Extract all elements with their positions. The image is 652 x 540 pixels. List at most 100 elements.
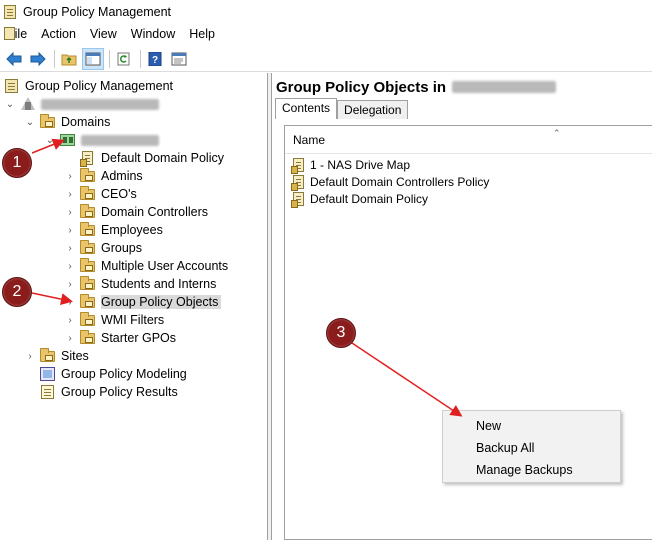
tree-item-label: Group Policy Management xyxy=(25,79,173,93)
chevron-right-icon[interactable]: › xyxy=(64,242,76,254)
show-hide-tree-icon xyxy=(85,52,101,65)
redacted-forest-name xyxy=(41,98,159,110)
chevron-right-icon[interactable]: › xyxy=(24,350,36,362)
up-folder-button[interactable] xyxy=(58,48,80,70)
menu-help[interactable]: Help xyxy=(182,27,222,41)
pane-splitter[interactable] xyxy=(268,73,272,540)
tab-contents[interactable]: Contents xyxy=(275,98,338,119)
chevron-right-icon[interactable]: › xyxy=(64,332,76,344)
gpo-link-icon xyxy=(80,150,96,167)
chevron-right-icon[interactable]: › xyxy=(64,206,76,218)
tree-item-group-policy-objects[interactable]: › Group Policy Objects xyxy=(64,293,222,311)
toolbar-separator xyxy=(140,49,141,68)
tree-item-domains[interactable]: ⌄ Domains xyxy=(24,113,110,131)
column-header-label: Name xyxy=(293,132,326,147)
tree-item-wmi-filters[interactable]: › WMI Filters xyxy=(64,311,164,329)
chevron-down-icon[interactable]: ⌄ xyxy=(24,116,36,128)
tab-strip: Contents Delegation xyxy=(275,98,409,120)
properties-button[interactable] xyxy=(168,48,190,70)
folder-icon xyxy=(80,312,96,328)
tab-delegation[interactable]: Delegation xyxy=(337,100,409,119)
chevron-right-icon[interactable]: › xyxy=(64,224,76,236)
ou-folder-icon xyxy=(80,240,96,256)
tree-item-label: Groups xyxy=(101,241,142,255)
gpm-root-icon xyxy=(4,78,20,94)
list-item[interactable]: Default Domain Policy xyxy=(291,190,429,208)
menu-item-new[interactable]: New xyxy=(443,415,620,437)
domains-folder-icon xyxy=(40,114,56,130)
chevron-right-icon[interactable]: › xyxy=(64,170,76,182)
menu-action[interactable]: Action xyxy=(34,27,83,41)
chevron-right-icon[interactable]: › xyxy=(64,314,76,326)
menu-item-manage-backups[interactable]: Manage Backups xyxy=(443,459,620,481)
tree-item-students-and-interns[interactable]: › Students and Interns xyxy=(64,275,216,293)
tree-item-root[interactable]: Group Policy Management xyxy=(4,77,173,95)
menu-view[interactable]: View xyxy=(83,27,124,41)
system-menu-icon[interactable] xyxy=(3,27,17,41)
chevron-right-icon[interactable]: › xyxy=(64,296,76,308)
column-header-name[interactable]: Name ⌃ xyxy=(285,126,652,154)
chevron-right-icon[interactable]: › xyxy=(64,260,76,272)
gpm-app-icon xyxy=(4,5,18,19)
tree-item-multiple-user-accounts[interactable]: › Multiple User Accounts xyxy=(64,257,228,275)
context-menu: New Backup All Manage Backups xyxy=(442,410,621,483)
ou-folder-icon xyxy=(80,186,96,202)
list-item-label: 1 - NAS Drive Map xyxy=(310,157,411,172)
list-item[interactable]: Default Domain Controllers Policy xyxy=(291,173,489,191)
forest-icon xyxy=(20,96,36,112)
tree-item-label: Starter GPOs xyxy=(101,331,177,345)
details-header: Group Policy Objects in xyxy=(273,73,652,101)
tree-item-sites[interactable]: › Sites xyxy=(24,347,89,365)
tree-item-label: Group Policy Modeling xyxy=(61,367,187,381)
show-hide-tree-button[interactable] xyxy=(82,47,104,70)
gpo-icon xyxy=(291,174,307,191)
chevron-right-icon[interactable]: › xyxy=(64,278,76,290)
ou-folder-icon xyxy=(80,276,96,292)
chevron-right-icon[interactable]: › xyxy=(64,188,76,200)
menu-item-backup-all[interactable]: Backup All xyxy=(443,437,620,459)
sort-ascending-icon: ⌃ xyxy=(553,128,561,138)
back-button[interactable] xyxy=(3,48,25,70)
tree-item-results[interactable]: Group Policy Results xyxy=(40,383,178,401)
up-folder-icon xyxy=(61,54,77,65)
tree-item-groups[interactable]: › Groups xyxy=(64,239,142,257)
redacted-domain-name xyxy=(81,134,159,146)
chevron-down-icon[interactable]: ⌄ xyxy=(4,98,16,110)
tree-item-label: Group Policy Objects xyxy=(101,295,222,309)
toolbar: ? xyxy=(0,46,652,72)
ou-folder-icon xyxy=(80,204,96,220)
domain-icon xyxy=(60,132,76,148)
tree-item-forest[interactable]: ⌄ xyxy=(4,95,159,113)
details-title: Group Policy Objects in xyxy=(276,78,447,96)
properties-icon xyxy=(171,52,187,65)
console-tree: Group Policy Management ⌄ ⌄ Domains ⌄ De… xyxy=(0,73,268,540)
callout-3: 3 xyxy=(326,318,356,348)
tree-item-label: Admins xyxy=(101,169,143,183)
folder-icon xyxy=(80,330,96,346)
tree-item-domain-controllers[interactable]: › Domain Controllers xyxy=(64,203,208,221)
help-icon: ? xyxy=(148,51,162,66)
tree-item-default-domain-policy[interactable]: Default Domain Policy xyxy=(80,149,224,167)
title-bar: Group Policy Management xyxy=(0,0,652,24)
list-item[interactable]: 1 - NAS Drive Map xyxy=(291,156,411,174)
forward-button[interactable] xyxy=(27,48,49,70)
modeling-icon xyxy=(40,366,56,382)
refresh-button[interactable] xyxy=(113,48,135,70)
help-button[interactable]: ? xyxy=(144,48,166,70)
tree-item-admins[interactable]: › Admins xyxy=(64,167,143,185)
tree-item-starter-gpos[interactable]: › Starter GPOs xyxy=(64,329,176,347)
svg-text:?: ? xyxy=(152,55,158,66)
tree-item-label: Group Policy Results xyxy=(61,385,178,399)
tree-item-label: Students and Interns xyxy=(101,277,217,291)
tree-item-employees[interactable]: › Employees xyxy=(64,221,163,239)
menu-window[interactable]: Window xyxy=(124,27,182,41)
chevron-down-icon[interactable]: ⌄ xyxy=(44,134,56,146)
tree-item-label: Default Domain Policy xyxy=(101,151,224,165)
tree-item-domain[interactable]: ⌄ xyxy=(44,131,159,149)
sites-icon xyxy=(40,348,56,364)
tree-item-modeling[interactable]: Group Policy Modeling xyxy=(40,365,187,383)
list-item-label: Default Domain Policy xyxy=(310,191,429,206)
forward-icon xyxy=(30,51,46,66)
ou-folder-icon xyxy=(80,222,96,238)
tree-item-ceos[interactable]: › CEO's xyxy=(64,185,137,203)
